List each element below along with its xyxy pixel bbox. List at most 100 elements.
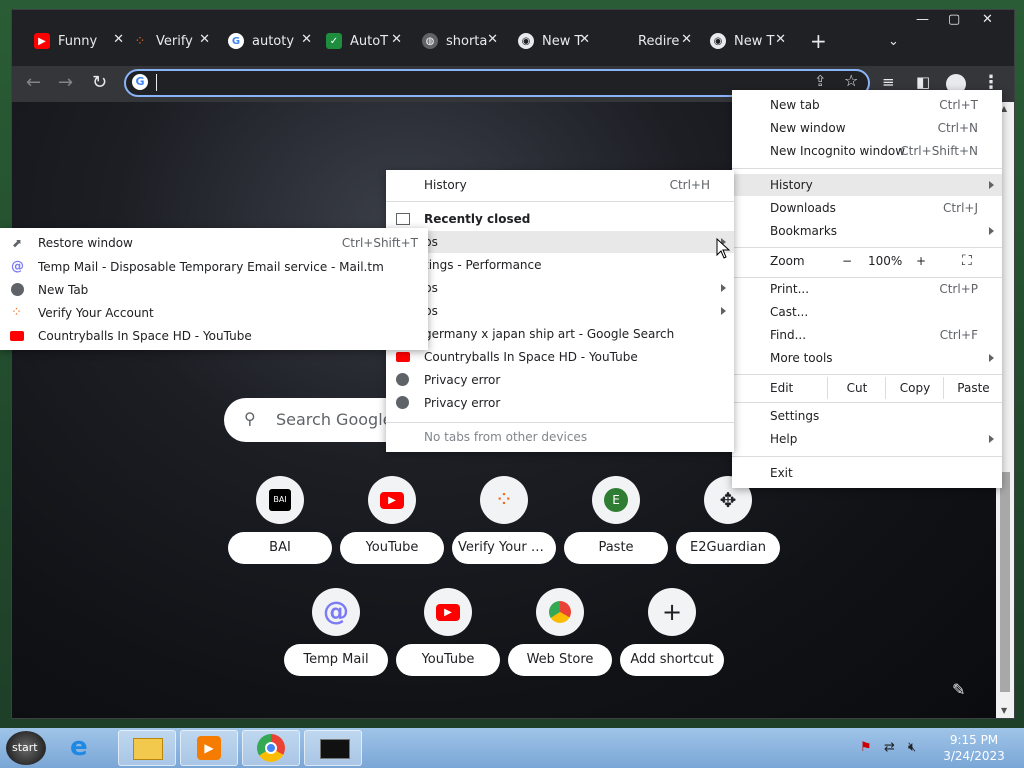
tab-search-icon[interactable]: ⌄ [888, 29, 906, 53]
menu-settings[interactable]: Settings [732, 405, 1002, 427]
restore-tab-item[interactable]: @ Temp Mail - Disposable Temporary Email … [0, 256, 428, 278]
back-icon[interactable]: ← [26, 72, 41, 93]
close-icon[interactable]: ✕ [391, 32, 402, 47]
tray-network-icon[interactable]: ⇄ [884, 740, 895, 755]
shortcut-youtube-2[interactable]: ▶ YouTube [396, 588, 500, 676]
menu-more-tools[interactable]: More tools [732, 347, 1002, 369]
tab-strip: ▶ Funny ✕ ⁘ Verify ✕ G autoty ✕ ✓ AutoT … [12, 10, 1014, 66]
close-window-icon[interactable]: ✕ [982, 12, 993, 27]
history-recent-item[interactable]: tings - Performance [386, 254, 734, 276]
chevron-right-icon [989, 435, 994, 443]
menu-history[interactable]: History [732, 174, 1002, 196]
menu-label: germany x japan ship art - Google Search [424, 327, 675, 341]
globe-icon [11, 283, 24, 296]
menu-find[interactable]: Find... Ctrl+F [732, 324, 1002, 346]
history-recent-item[interactable]: Privacy error [386, 369, 734, 391]
tab-1[interactable]: ▶ Funny ✕ [34, 29, 124, 53]
shortcut-e2guardian[interactable]: ✥ E2Guardian [676, 476, 780, 564]
restore-tab-item[interactable]: New Tab [0, 279, 428, 301]
history-recent-item[interactable]: germany x japan ship art - Google Search [386, 323, 734, 345]
menu-new-window[interactable]: New window Ctrl+N [732, 117, 1002, 139]
close-icon[interactable]: ✕ [775, 32, 786, 47]
taskbar-terminal[interactable] [304, 730, 362, 766]
menu-exit[interactable]: Exit [732, 462, 1002, 484]
menu-label: tings - Performance [424, 258, 542, 272]
media-queue-icon[interactable]: ≡ [882, 73, 895, 91]
close-icon[interactable]: ✕ [681, 32, 692, 47]
share-icon[interactable]: ⇪ [814, 72, 827, 90]
shortcut-web-store[interactable]: Web Store [508, 588, 612, 676]
taskbar-media[interactable]: ▶ [180, 730, 238, 766]
menu-help[interactable]: Help [732, 428, 1002, 450]
shortcut-verify[interactable]: ⁘ Verify Your A... [452, 476, 556, 564]
tab-6[interactable]: ◉ New T ✕ [518, 29, 590, 53]
close-icon[interactable]: ✕ [199, 32, 210, 47]
chevron-right-icon [989, 354, 994, 362]
menu-label: Find... [770, 328, 807, 342]
taskbar-chrome[interactable] [242, 730, 300, 766]
menu-label: Countryballs In Space HD - YouTube [424, 350, 638, 364]
taskbar-explorer[interactable] [118, 730, 176, 766]
restore-tab-item[interactable]: ⁘ Verify Your Account [0, 302, 428, 324]
shortcut-paste[interactable]: E Paste [564, 476, 668, 564]
history-recent-item[interactable]: bs [386, 277, 734, 299]
menu-cast[interactable]: Cast... [732, 301, 1002, 323]
shortcut-label: Add shortcut [620, 644, 724, 676]
menu-label: New Tab [38, 283, 89, 297]
shortcut-youtube[interactable]: ▶ YouTube [340, 476, 444, 564]
tray-flag-icon[interactable]: ⚑ [860, 740, 872, 755]
close-icon[interactable]: ✕ [487, 32, 498, 47]
shortcut-bai[interactable]: BAI BAI [228, 476, 332, 564]
menu-new-tab[interactable]: New tab Ctrl+T [732, 94, 1002, 116]
copy-button[interactable]: Copy [885, 377, 944, 399]
menu-print[interactable]: Print... Ctrl+P [732, 278, 1002, 300]
side-panel-icon[interactable]: ◧ [916, 73, 930, 91]
scrollbar-thumb[interactable] [1000, 472, 1010, 692]
history-recent-item[interactable]: Privacy error [386, 392, 734, 414]
menu-label: New window [770, 121, 846, 135]
customize-pencil-icon[interactable]: ✎ [952, 680, 965, 699]
restore-tab-item[interactable]: Countryballs In Space HD - YouTube [0, 325, 428, 347]
minimize-icon[interactable]: — [916, 12, 929, 27]
history-recent-item[interactable]: Countryballs In Space HD - YouTube [386, 346, 734, 368]
tab-title: Funny [58, 33, 98, 49]
history-recent-item[interactable]: bs [386, 231, 734, 253]
zoom-out-button[interactable]: − [842, 250, 852, 272]
google-icon: G [132, 74, 148, 90]
close-icon[interactable]: ✕ [579, 32, 590, 47]
tab-8[interactable]: ◉ New T ✕ [710, 29, 786, 53]
tab-5[interactable]: ◍ shorta ✕ [422, 29, 498, 53]
fullscreen-icon[interactable]: ⛶ [962, 250, 972, 272]
shortcut-label: YouTube [396, 644, 500, 676]
tab-7[interactable]: Redire ✕ [638, 29, 692, 53]
tray-volume-icon[interactable]: 🔇︎ [908, 740, 916, 755]
close-icon[interactable]: ✕ [113, 32, 124, 47]
restore-window-item[interactable]: ⬈ Restore window Ctrl+Shift+T [0, 232, 428, 254]
tab-4[interactable]: ✓ AutoT ✕ [326, 29, 402, 53]
media-player-icon: ▶ [197, 736, 221, 760]
forward-icon[interactable]: → [58, 72, 73, 93]
tab-3[interactable]: G autoty ✕ [228, 29, 312, 53]
new-tab-button[interactable]: + [810, 29, 828, 53]
shortcut-temp-mail[interactable]: @ Temp Mail [284, 588, 388, 676]
history-recent-item[interactable]: bs [386, 300, 734, 322]
menu-downloads[interactable]: Downloads Ctrl+J [732, 197, 1002, 219]
shortcut-add[interactable]: + Add shortcut [620, 588, 724, 676]
zoom-label: Zoom [770, 254, 805, 268]
menu-bookmarks[interactable]: Bookmarks [732, 220, 1002, 242]
cut-button[interactable]: Cut [827, 377, 886, 399]
tab-title: Verify [156, 33, 193, 49]
zoom-in-button[interactable]: + [916, 250, 926, 272]
maximize-icon[interactable]: ▢ [948, 12, 960, 27]
scroll-down-icon[interactable]: ▼ [1001, 706, 1007, 715]
bookmark-star-icon[interactable]: ☆ [844, 71, 858, 90]
tab-2[interactable]: ⁘ Verify ✕ [132, 29, 210, 53]
close-icon[interactable]: ✕ [301, 32, 312, 47]
menu-new-incognito[interactable]: New Incognito window Ctrl+Shift+N [732, 140, 1002, 162]
history-item[interactable]: History Ctrl+H [386, 174, 734, 196]
reload-icon[interactable]: ↻ [92, 72, 107, 93]
internet-explorer-icon[interactable]: e [70, 732, 88, 762]
start-button[interactable]: start [6, 731, 46, 765]
clock[interactable]: 9:15 PM 3/24/2023 [934, 732, 1014, 764]
paste-button[interactable]: Paste [943, 377, 1003, 399]
